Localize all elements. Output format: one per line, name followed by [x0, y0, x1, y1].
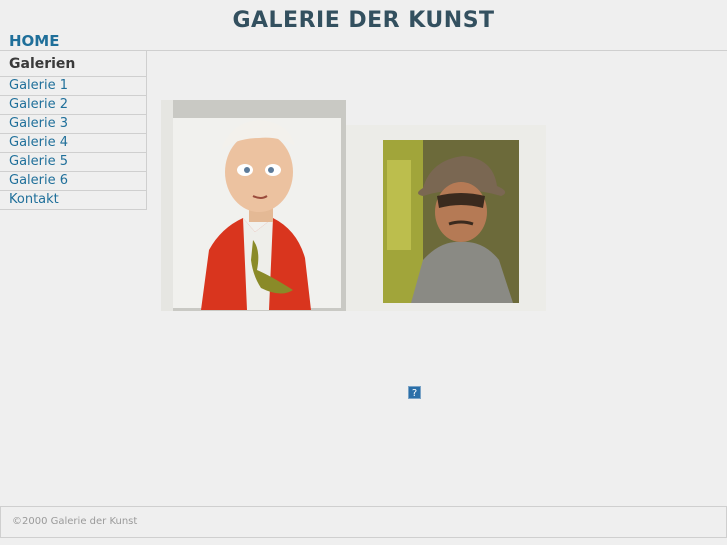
footer-copyright: ©2000 Galerie der Kunst — [12, 516, 138, 527]
sidebar-nav: Galerien Galerie 1 Galerie 2 Galerie 3 G… — [0, 51, 147, 210]
featured-paintings-image — [161, 100, 546, 311]
sidebar-item-galerie-6[interactable]: Galerie 6 — [0, 172, 146, 191]
footer: ©2000 Galerie der Kunst — [0, 506, 727, 538]
sidebar-item-galerie-5[interactable]: Galerie 5 — [0, 153, 146, 172]
sidebar-item-galerie-2[interactable]: Galerie 2 — [0, 96, 146, 115]
broken-image-icon: ? — [408, 386, 421, 399]
sidebar-item-galerie-3[interactable]: Galerie 3 — [0, 115, 146, 134]
site-title: GALERIE DER KUNST — [232, 8, 495, 33]
sidebar-heading-galerien: Galerien — [0, 51, 146, 77]
sidebar-item-kontakt[interactable]: Kontakt — [0, 191, 146, 210]
home-link[interactable]: HOME — [9, 32, 59, 50]
sidebar-item-galerie-4[interactable]: Galerie 4 — [0, 134, 146, 153]
hidden-keyword-text-block — [546, 380, 727, 498]
sidebar-item-galerie-1[interactable]: Galerie 1 — [0, 77, 146, 96]
